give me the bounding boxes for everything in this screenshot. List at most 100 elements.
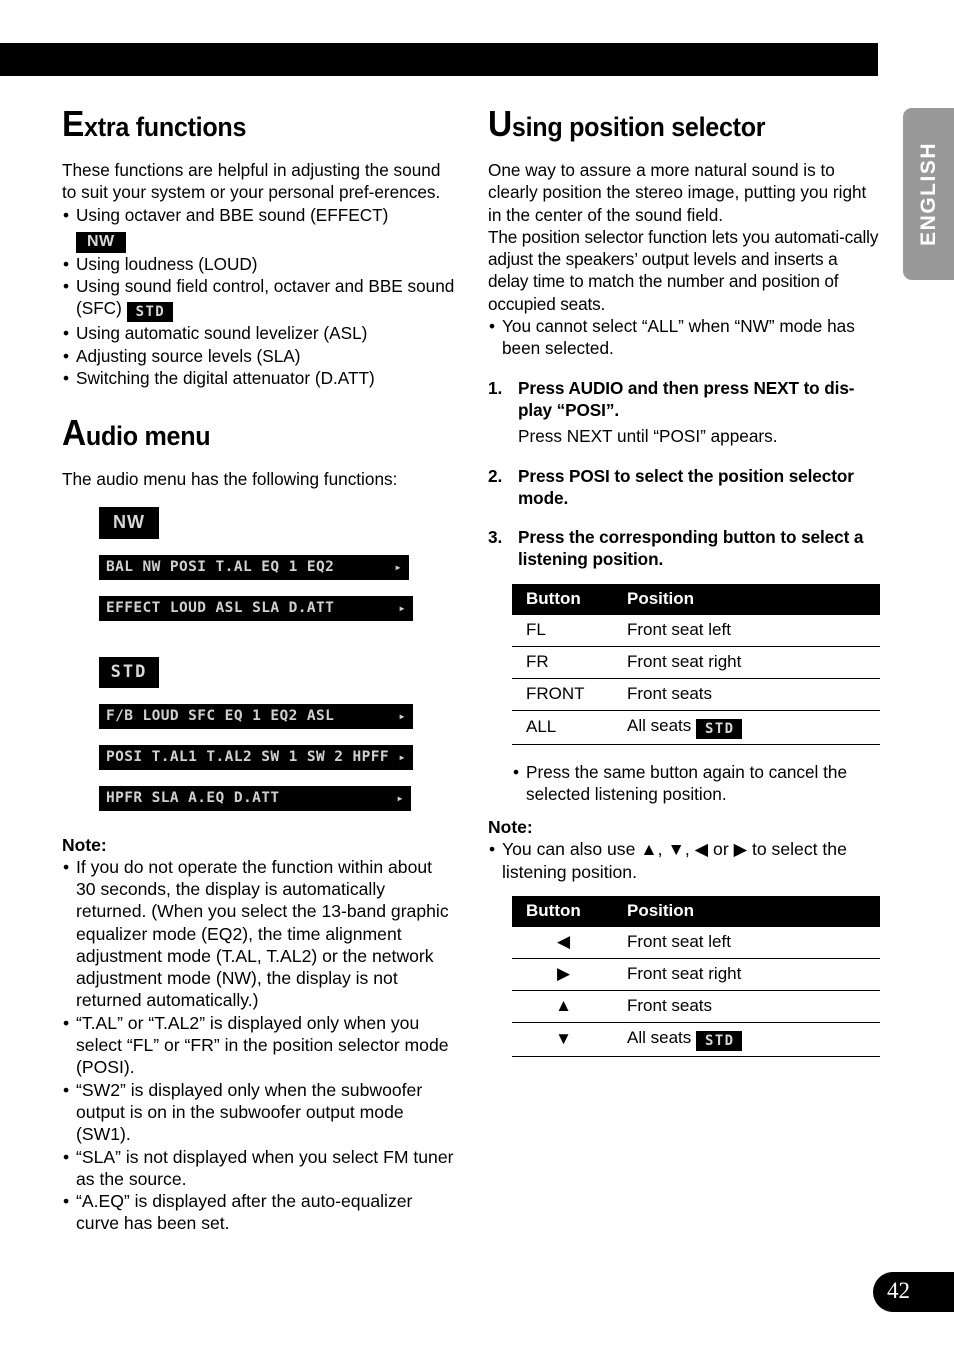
left-column: Extra functions These functions are help… [62,106,456,1235]
list-item: Using octaver and BBE sound (EFFECT) NW [62,204,456,253]
bullet-text: Using automatic sound levelizer (ASL) [76,323,368,344]
list-item: “A.EQ” is displayed after the auto-equal… [62,1190,456,1235]
header-black-bar [0,43,878,76]
lcd-menu-bar: EFFECT LOUD ASL SLA D.ATT ▸ [99,595,413,621]
language-tab-label: ENGLISH [916,142,940,246]
lcd-menu-bar: F/B LOUD SFC EQ 1 EQ2 ASL ▸ [99,703,413,729]
bullet-text: Using loudness (LOUD) [76,253,258,274]
step-number: 3. [488,527,503,548]
arrow-up-icon: ▲ [512,990,615,1023]
chevron-right-icon: ▸ [396,790,404,805]
step-1: 1. Press AUDIO and then press NEXT to di… [488,377,882,448]
table-row: ◀ Front seat left [512,926,880,959]
std-mode-tag: STD [99,656,159,688]
cell-position-text: All seats [627,715,692,735]
cell-position-text: All seats [627,1027,692,1047]
cell-position-text: Front seats [627,683,713,703]
table-row: ALL All seats STD [512,710,880,745]
bullet-text: Adjusting source levels (SLA) [76,345,301,366]
lcd-bar-text: EFFECT LOUD ASL SLA D.ATT [106,599,335,616]
cell-position: Front seats [615,990,880,1023]
list-item: Switching the digital attenuator (D.ATT) [62,367,456,390]
extra-functions-heading-initial: E [62,103,85,144]
step-title: Press AUDIO and then press NEXT to dis-p… [518,377,855,420]
left-note-list: If you do not operate the function withi… [62,856,456,1235]
cell-position-text: Front seat right [627,651,742,671]
column-header-button: Button [512,895,615,927]
lcd-menu-bar: POSI T.AL1 T.AL2 SW 1 SW 2 HPFF ▸ [99,744,413,770]
lcd-bar-text: POSI T.AL1 T.AL2 SW 1 SW 2 HPFF [106,748,390,765]
lcd-menu-bar: HPFR SLA A.EQ D.ATT ▸ [99,785,411,811]
std-badge: STD [695,718,743,739]
audio-menu-heading-initial: A [62,412,86,454]
list-item: “SW2” is displayed only when the subwoof… [62,1079,456,1146]
cell-position: Front seat right [615,646,880,679]
cell-position: Front seat left [615,926,880,959]
std-display-group: STD F/B LOUD SFC EQ 1 EQ2 ASL ▸ POSI T.A… [62,656,456,811]
column-header-position: Position [615,583,880,615]
extra-functions-heading-rest: xtra functions [84,112,247,142]
extra-functions-intro: These functions are helpful in adjusting… [62,160,441,203]
list-item: Adjusting source levels (SLA) [62,345,456,368]
step-subtext: Press NEXT until “POSI” appears. [518,426,778,447]
chevron-right-icon: ▸ [398,749,406,764]
chevron-right-icon: ▸ [394,559,402,574]
cell-button: FL [512,614,615,647]
page-number: 42 [887,1278,910,1303]
table-row: FR Front seat right [512,646,880,679]
cell-position-text: Front seat left [627,619,731,639]
table-row: FL Front seat left [512,614,880,647]
left-note-label: Note: [62,834,107,855]
nw-display-group: NW BAL NW POSI T.AL EQ 1 EQ2 ▸ EFFECT LO… [62,506,456,621]
chevron-right-icon: ▸ [398,600,406,615]
position-selector-bullet-list: You cannot select “ALL” when “NW” mode h… [488,315,882,360]
table-header-row: Button Position [512,583,880,615]
step-2: 2. Press POSI to select the position sel… [488,465,882,510]
table-header-row: Button Position [512,895,880,927]
arrow-button-table: Button Position ◀ Front seat left ▶ Fron… [512,895,880,1057]
std-badge: STD [126,302,174,323]
column-header-position: Position [615,895,880,927]
position-selector-intro-2: The position selector function lets you … [488,226,879,314]
cell-position: Front seats [615,678,880,711]
cell-button: FRONT [512,678,615,711]
cancel-position-bullet-list: Press the same button again to cancel th… [512,761,882,806]
position-selector-heading-rest: sing position selector [511,112,766,142]
right-note-label: Note: [488,817,533,838]
list-item: Press the same button again to cancel th… [512,761,882,806]
list-item: “T.AL” or “T.AL2” is displayed only when… [62,1012,456,1079]
right-column: Using position selector One way to assur… [488,106,882,1057]
step-number: 2. [488,465,503,486]
extra-functions-heading: Extra functions [62,106,428,142]
lcd-menu-bar: BAL NW POSI T.AL EQ 1 EQ2 ▸ [99,554,409,580]
list-item: You can also use ▲, ▼, ◀ or ▶ to select … [488,838,882,883]
nw-badge: NW [76,231,126,253]
position-selector-heading: Using position selector [488,106,854,142]
table-row: ▼ All seats STD [512,1022,880,1057]
step-3: 3. Press the corresponding button to sel… [488,526,882,571]
step-title: Press the corresponding button to select… [518,527,864,570]
cell-button: FR [512,646,615,679]
table-row: FRONT Front seats [512,678,880,711]
position-selector-intro-1: One way to assure a more natural sound i… [488,160,867,225]
right-note-list: You can also use ▲, ▼, ◀ or ▶ to select … [488,838,882,883]
lcd-bar-text: HPFR SLA A.EQ D.ATT [106,789,280,806]
nw-mode-tag: NW [99,506,159,539]
list-item: Using automatic sound levelizer (ASL) [62,322,456,345]
cell-position-text: Front seat right [627,963,742,983]
audio-menu-heading-rest: udio menu [85,421,211,452]
cell-position-text: Front seat left [627,931,731,951]
position-button-table: Button Position FL Front seat left FR Fr… [512,583,880,745]
std-badge: STD [695,1030,743,1051]
position-selector-heading-initial: U [488,103,512,144]
extra-functions-bullet-list: Using octaver and BBE sound (EFFECT) NW … [62,204,456,390]
list-item: If you do not operate the function withi… [62,856,456,1012]
arrow-left-icon: ◀ [512,926,615,959]
bullet-text: Using octaver and BBE sound (EFFECT) [76,204,389,225]
list-item: Using loudness (LOUD) [62,253,456,276]
arrow-down-icon: ▼ [512,1022,615,1057]
cell-position: All seats STD [615,710,880,745]
lcd-bar-text: F/B LOUD SFC EQ 1 EQ2 ASL [106,707,335,724]
chevron-right-icon: ▸ [398,708,406,723]
cell-position: Front seat right [615,958,880,991]
